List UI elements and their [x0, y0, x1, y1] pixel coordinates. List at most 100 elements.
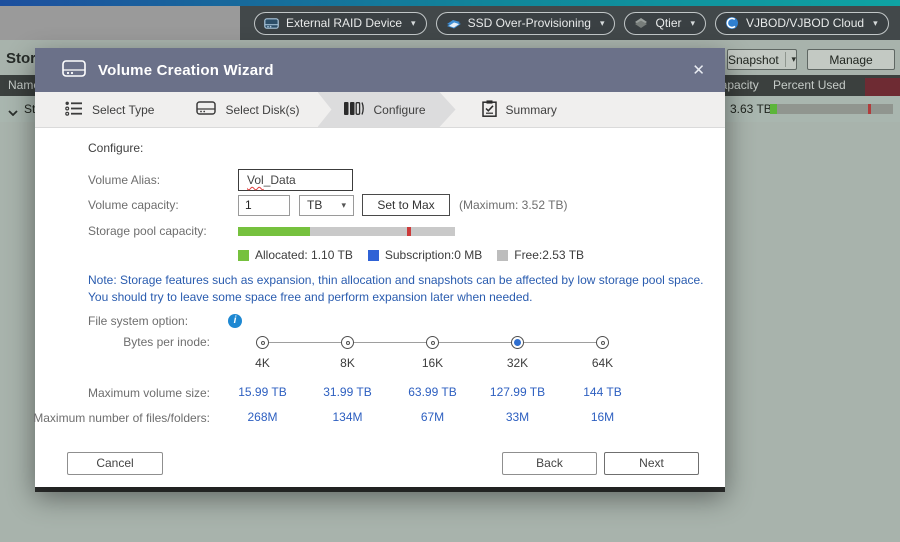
pool-bar-marker — [407, 227, 411, 236]
summary-icon — [482, 100, 497, 120]
inode-option-64k[interactable] — [560, 334, 645, 352]
vjbod-cloud-button[interactable]: VJBOD/VJBOD Cloud — [715, 12, 889, 35]
step-label: Select Disk(s) — [225, 103, 299, 117]
volume-alias-input[interactable]: Vol_Data — [238, 169, 353, 191]
wizard-step-select-type[interactable]: Select Type — [51, 92, 168, 127]
chevron-down-icon — [873, 18, 878, 29]
max-volume-value: 15.99 TB — [220, 385, 305, 401]
tick-label: 32K — [475, 356, 560, 370]
capacity-legend: Allocated: 1.10 TB Subscription:0 MB Fre… — [238, 248, 700, 262]
column-percent-used: Percent Used — [773, 78, 846, 92]
step-label: Summary — [506, 103, 557, 117]
radio-icon — [341, 336, 354, 349]
tick-label: 8K — [305, 356, 390, 370]
max-files-label: Maximum number of files/folders: — [33, 411, 210, 425]
inode-option-16k[interactable] — [390, 334, 475, 352]
row-bar-green — [770, 104, 777, 114]
inode-option-4k[interactable] — [220, 334, 305, 352]
inode-option-8k[interactable] — [305, 334, 390, 352]
radio-icon — [511, 336, 524, 349]
ssd-over-provisioning-icon — [446, 17, 461, 29]
vjbod-cloud-icon — [725, 16, 739, 30]
max-files-value: 33M — [475, 410, 560, 426]
dialog-title: Volume Creation Wizard — [98, 62, 274, 79]
external-raid-label: External RAID Device — [286, 16, 402, 30]
capacity-unit-select[interactable]: TB — [299, 195, 354, 216]
file-system-option-row: File system option: i — [88, 314, 700, 328]
legend-allocated: Allocated: 1.10 TB — [238, 248, 353, 262]
alias-value-part1: Vol — [247, 173, 264, 187]
set-to-max-button[interactable]: Set to Max — [362, 194, 450, 216]
select-disks-icon — [196, 101, 216, 118]
volume-icon — [62, 60, 86, 80]
qtier-label: Qtier — [655, 16, 681, 30]
inode-tick-labels: 4K 8K 16K 32K 64K — [88, 356, 700, 370]
storage-pool-capacity-label: Storage pool capacity: — [88, 224, 238, 238]
max-volume-value: 63.99 TB — [390, 385, 475, 401]
capacity-maximum-note: (Maximum: 3.52 TB) — [459, 198, 567, 212]
row-capacity: 3.63 TB — [730, 102, 772, 116]
select-type-icon — [65, 101, 83, 119]
radio-icon — [256, 336, 269, 349]
snapshot-label: Snapshot — [728, 53, 779, 67]
max-files-value: 16M — [560, 410, 645, 426]
dialog-header: Volume Creation Wizard ✕ — [35, 48, 725, 92]
chevron-down-icon — [600, 18, 605, 29]
tick-label: 16K — [390, 356, 475, 370]
legend-free: Free:2.53 TB — [497, 248, 584, 262]
inode-option-32k[interactable] — [475, 334, 560, 352]
pool-bar-allocated — [238, 227, 310, 236]
manage-button[interactable]: Manage — [807, 49, 895, 70]
bytes-per-inode-label: Bytes per inode: — [123, 335, 210, 349]
ssd-over-provisioning-label: SSD Over-Provisioning — [468, 16, 591, 30]
legend-allocated-label: Allocated: 1.10 TB — [255, 248, 353, 262]
toolbar-dark-area: External RAID Device SSD Over-Provisioni… — [240, 6, 900, 40]
max-volume-size-label: Maximum volume size: — [88, 386, 210, 400]
radio-icon — [426, 336, 439, 349]
volume-capacity-row: Volume capacity: TB Set to Max (Maximum:… — [88, 194, 700, 216]
snapshot-button[interactable]: Snapshot — [727, 49, 797, 70]
qtier-button[interactable]: Qtier — [624, 12, 706, 35]
next-button[interactable]: Next — [604, 452, 699, 475]
wizard-step-summary[interactable]: Summary — [468, 92, 571, 127]
max-files-value: 268M — [220, 410, 305, 426]
close-icon[interactable]: ✕ — [686, 59, 711, 81]
volume-alias-row: Volume Alias: Vol_Data — [88, 169, 700, 191]
wizard-steps: Select Type Select Disk(s) Configure Sum… — [35, 92, 725, 128]
volume-capacity-input[interactable] — [238, 195, 290, 216]
cancel-button[interactable]: Cancel — [67, 452, 163, 475]
screen: External RAID Device SSD Over-Provisioni… — [0, 0, 900, 542]
expand-chevron-icon[interactable] — [8, 105, 18, 119]
external-raid-icon — [264, 18, 279, 29]
chevron-down-icon — [691, 18, 696, 29]
volume-capacity-label: Volume capacity: — [88, 198, 238, 212]
info-icon[interactable]: i — [228, 314, 242, 328]
free-swatch — [497, 250, 508, 261]
max-files-value: 67M — [390, 410, 475, 426]
volume-alias-label: Volume Alias: — [88, 173, 238, 187]
max-volume-size-row: Maximum volume size: 15.99 TB 31.99 TB 6… — [88, 385, 700, 401]
step-label: Configure — [374, 103, 426, 117]
legend-subscription: Subscription:0 MB — [368, 248, 482, 262]
radio-icon — [596, 336, 609, 349]
external-raid-device-button[interactable]: External RAID Device — [254, 12, 427, 35]
chevron-down-icon — [791, 54, 796, 65]
subscription-swatch — [368, 250, 379, 261]
toolbar: External RAID Device SSD Over-Provisioni… — [0, 6, 900, 40]
vjbod-cloud-label: VJBOD/VJBOD Cloud — [746, 16, 864, 30]
capacity-unit-value: TB — [307, 198, 322, 212]
storage-pool-capacity-bar — [238, 227, 455, 236]
wizard-step-configure[interactable]: Configure — [318, 92, 456, 127]
storage-pool-capacity-row: Storage pool capacity: — [88, 224, 700, 238]
back-button[interactable]: Back — [502, 452, 597, 475]
tick-label: 4K — [220, 356, 305, 370]
row-bar-marker — [868, 104, 871, 114]
legend-subscription-label: Subscription:0 MB — [385, 248, 482, 262]
dialog-body: Configure: Volume Alias: Vol_Data Volume… — [35, 128, 725, 483]
wizard-step-select-disks[interactable]: Select Disk(s) — [182, 92, 313, 127]
ssd-over-provisioning-button[interactable]: SSD Over-Provisioning — [436, 12, 616, 35]
volume-creation-wizard-dialog: Volume Creation Wizard ✕ Select Type Sel… — [35, 48, 725, 487]
manage-label: Manage — [829, 53, 872, 67]
low-space-note: Note: Storage features such as expansion… — [88, 272, 706, 307]
max-volume-value: 127.99 TB — [475, 385, 560, 401]
